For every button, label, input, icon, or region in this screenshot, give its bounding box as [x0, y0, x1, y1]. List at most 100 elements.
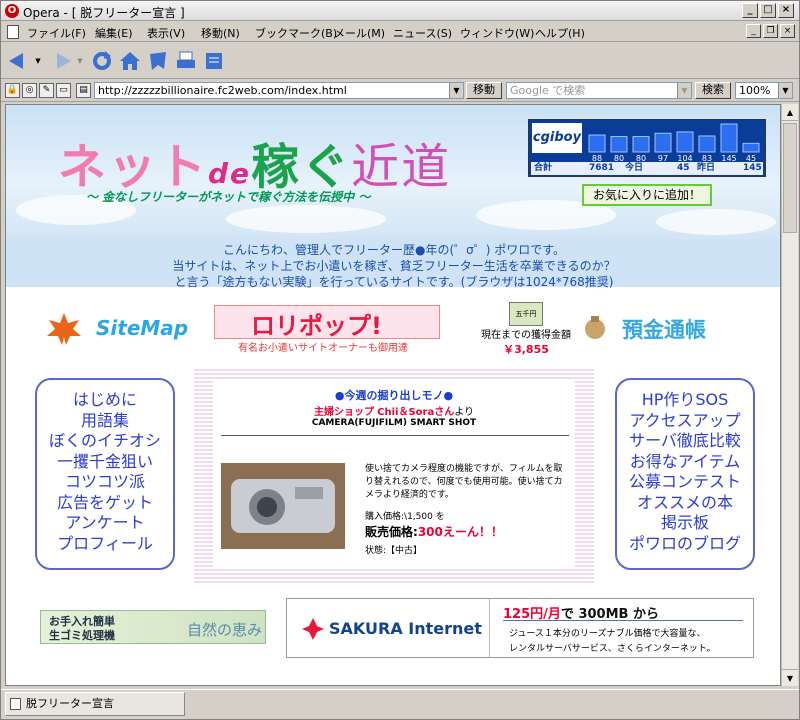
counter-bar-label: 83: [702, 154, 712, 162]
close-button[interactable]: ×: [778, 3, 794, 18]
left-nav: はじめに 用語集 ぼくのイチオシ 一攫千金狙い コツコツ派 広告をゲット アンケ…: [35, 378, 175, 570]
counter-yesterday-value: 145: [743, 163, 762, 173]
menu-bookmarks[interactable]: ブックマーク(B): [255, 25, 337, 41]
site-logo[interactable]: ネットde稼ぐ近道: [58, 127, 451, 197]
doc-restore-button[interactable]: ❐: [763, 24, 778, 38]
shop-suffix: より: [454, 407, 475, 418]
nav-server-compare[interactable]: サーバ徹底比較: [617, 431, 753, 452]
sakura-brand: SAKURA Internet: [329, 619, 482, 638]
counter-bar: [676, 131, 694, 153]
search-engine-dropdown-icon[interactable]: ▼: [677, 83, 691, 98]
earnings-widget[interactable]: 五千円 現在までの獲得金額 ￥3,855: [466, 302, 586, 358]
back-history-icon[interactable]: ▼: [33, 49, 43, 73]
wand-icon[interactable]: ✎: [39, 83, 54, 98]
sitemap-link[interactable]: SiteMap: [46, 312, 191, 346]
reload-icon[interactable]: [89, 49, 115, 73]
counter-bar: [588, 134, 606, 153]
access-counter[interactable]: cgiboy 88 80 80 97 104 83 145 45 合計 7681 今日 45 …: [528, 119, 766, 177]
zoom-select[interactable]: 100% ▼: [735, 82, 793, 99]
right-nav: HP作りSOS アクセスアップ サーバ徹底比較 お得なアイテム 公募コンテスト …: [615, 378, 755, 570]
nav-recommend[interactable]: ぼくのイチオシ: [37, 431, 173, 452]
address-url: http://zzzzzbillionaire.fc2web.com/index…: [98, 84, 347, 97]
garbage-disposer-banner[interactable]: お手入れ簡単 生ゴミ処理機 自然の恵み: [40, 610, 266, 644]
nav-survey[interactable]: アンケート: [37, 513, 173, 534]
nav-contests[interactable]: 公募コンテスト: [617, 472, 753, 493]
home-icon[interactable]: [117, 49, 143, 73]
feature-divider: [221, 435, 569, 436]
zoom-chevron-icon[interactable]: ▼: [778, 83, 792, 98]
banner-brand: 自然の恵み: [187, 621, 263, 639]
security-icon[interactable]: 🔒: [5, 83, 20, 98]
document-icon: [7, 25, 19, 39]
print-icon[interactable]: [173, 49, 199, 73]
cookie-icon[interactable]: ◎: [22, 83, 37, 98]
address-input[interactable]: http://zzzzzbillionaire.fc2web.com/index…: [94, 82, 464, 99]
nav-blog[interactable]: ポワロのブログ: [617, 534, 753, 555]
search-button[interactable]: 検索: [695, 82, 731, 99]
minimize-button[interactable]: _: [742, 3, 758, 18]
logo-part-de: de: [208, 157, 252, 190]
bookmark-icon[interactable]: [145, 49, 171, 73]
forward-history-icon[interactable]: ▼: [75, 49, 85, 73]
sakura-divider: [503, 620, 743, 621]
scroll-thumb[interactable]: [783, 123, 797, 233]
featured-item: ●今週の掘り出しモノ● 主婦ショップ Chii＆Soraさんより CAMERA(…: [194, 367, 594, 583]
scroll-up-icon[interactable]: ▲: [782, 104, 798, 121]
sale-price-value: 300えーん！！: [417, 525, 503, 539]
back-icon[interactable]: [5, 49, 33, 73]
nav-access-up[interactable]: アクセスアップ: [617, 411, 753, 432]
intro-line-1: こんにちわ、管理人でフリーター歴●年の(゜σ゜) ポワロです。: [222, 243, 566, 257]
nav-bbs[interactable]: 掲示板: [617, 513, 753, 534]
chevron-down-icon[interactable]: ▼: [449, 83, 463, 98]
doc-close-button[interactable]: ×: [780, 24, 795, 38]
intro-text: こんにちわ、管理人でフリーター歴●年の(゜σ゜) ポワロです。 当サイトは、ネッ…: [6, 239, 780, 289]
site-header: ネットde稼ぐ近道 ～ 金なしフリーターがネットで稼ぐ方法を伝授中 ～ cgib…: [6, 105, 780, 239]
nav-books[interactable]: オススメの本: [617, 493, 753, 514]
menu-window[interactable]: ウィンドウ(W): [460, 25, 534, 41]
navigation-toolbar: ▼ ▼: [1, 43, 799, 79]
sale-price-label: 販売価格:: [365, 525, 418, 539]
nav-glossary[interactable]: 用語集: [37, 411, 173, 432]
nav-hp-sos[interactable]: HP作りSOS: [617, 390, 753, 411]
page-tab[interactable]: 脱フリーター宣言: [5, 692, 185, 716]
forward-icon[interactable]: [47, 49, 75, 73]
vertical-scrollbar[interactable]: ▲ ▼: [781, 104, 798, 686]
nav-intro[interactable]: はじめに: [37, 390, 173, 411]
menu-help[interactable]: ヘルプ(H): [535, 25, 585, 41]
sakura-banner[interactable]: SAKURA Internet 125円/月で 300MB から ジュース１本分…: [286, 598, 754, 658]
doc-minimize-button[interactable]: _: [746, 24, 761, 38]
page-icon[interactable]: ▭: [56, 83, 71, 98]
counter-bar: [632, 136, 650, 153]
nav-deals[interactable]: お得なアイテム: [617, 452, 753, 473]
menu-news[interactable]: ニュース(S): [393, 25, 452, 41]
counter-today-value: 45: [677, 163, 690, 173]
add-favorite-button[interactable]: お気に入りに追加！: [582, 184, 712, 206]
nav-jackpot[interactable]: 一攫千金狙い: [37, 452, 173, 473]
money-bag-icon: [585, 316, 605, 339]
site-icon: ▤: [76, 83, 91, 98]
menu-edit[interactable]: 編集(E): [95, 25, 133, 41]
bankbook-link[interactable]: 預金通帳: [582, 311, 732, 347]
lollipop-banner[interactable]: ロリポップ!: [214, 305, 440, 340]
cloud-decoration: [226, 205, 386, 233]
go-button[interactable]: 移動: [466, 82, 502, 99]
nav-ads[interactable]: 広告をゲット: [37, 493, 173, 514]
shop-prefix: 主婦ショップ: [313, 407, 374, 418]
menu-navigate[interactable]: 移動(N): [201, 25, 240, 41]
menu-file[interactable]: ファイル(F): [27, 25, 86, 41]
lollipop-label: ロリポップ!: [251, 312, 382, 340]
browser-window: O Opera - [ 脱フリーター宣言 ] _ □ × ファイル(F) 編集(…: [0, 0, 800, 720]
site-subtitle: ～ 金なしフリーターがネットで稼ぐ方法を伝授中 ～: [86, 190, 371, 204]
maximize-button[interactable]: □: [760, 3, 776, 18]
shop-name[interactable]: Chii＆Soraさん: [377, 407, 454, 418]
nav-profile[interactable]: プロフィール: [37, 534, 173, 555]
search-input[interactable]: Google で検索 ▼: [506, 82, 692, 99]
notes-icon[interactable]: [201, 49, 227, 73]
menu-mail[interactable]: メール(M): [334, 25, 385, 41]
scroll-down-icon[interactable]: ▼: [782, 669, 798, 686]
counter-bar: [720, 123, 738, 153]
nav-steady[interactable]: コツコツ派: [37, 472, 173, 493]
sakura-line-2: レンタルサーバサービス、さくらインターネット。: [509, 644, 716, 654]
counter-today-label: 今日: [625, 163, 644, 173]
menu-view[interactable]: 表示(V): [147, 25, 185, 41]
